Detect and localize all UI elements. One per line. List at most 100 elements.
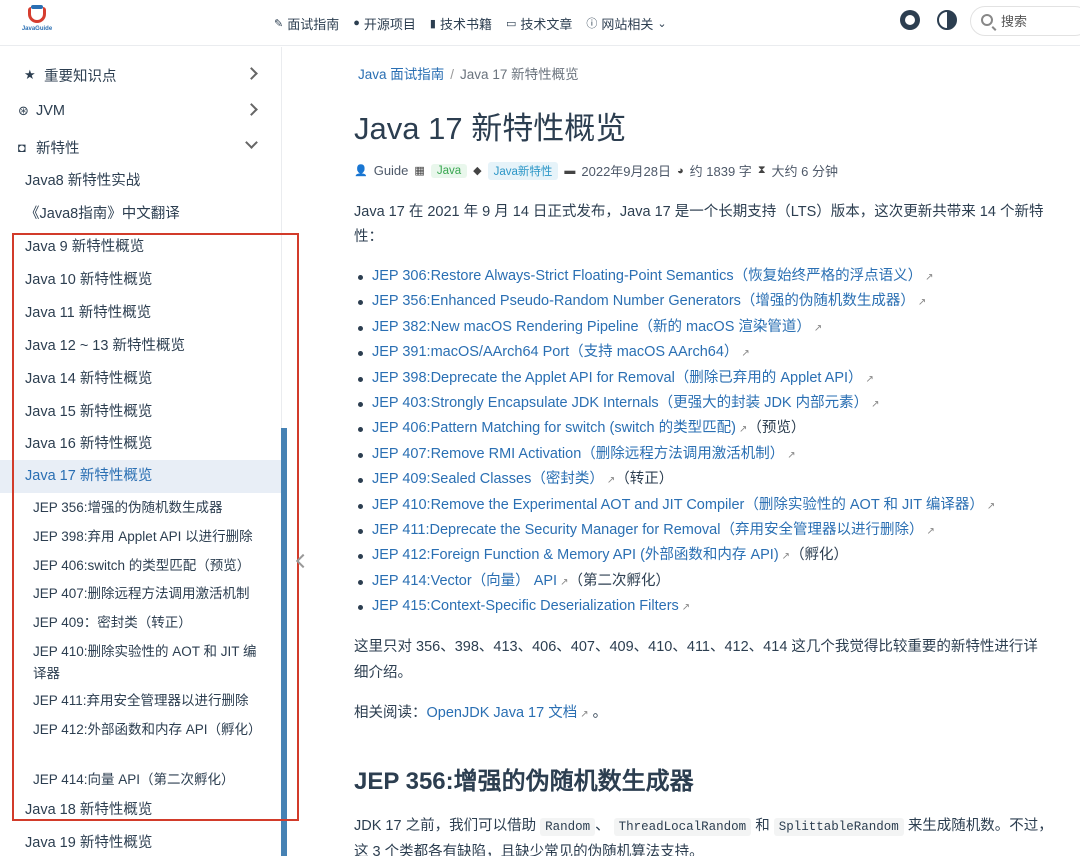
list-item: JEP 412:Foreign Function & Memory API (外… — [354, 543, 1080, 568]
jep-link[interactable]: JEP 391:macOS/AArch64 Port（支持 macOS AArc… — [372, 344, 738, 360]
search-box[interactable] — [970, 6, 1080, 36]
jep-link[interactable]: JEP 407:Remove RMI Activation（删除远程方法调用激活… — [372, 446, 784, 462]
code-splittablerandom: SplittableRandom — [773, 818, 904, 836]
sidebar-item-java18[interactable]: Java 18 新特性概览 — [0, 794, 282, 827]
external-link-icon: ↗ — [925, 272, 934, 283]
jep-link[interactable]: JEP 356:Enhanced Pseudo-Random Number Ge… — [372, 293, 915, 309]
external-link-icon: ↗ — [926, 525, 935, 537]
sidebar-item-java9[interactable]: Java 9 新特性概览 — [0, 231, 282, 264]
external-link-icon: ↗ — [580, 709, 589, 720]
author-name[interactable]: Guide — [374, 163, 409, 178]
list-item: JEP 398:Deprecate the Applet API for Rem… — [354, 366, 1080, 391]
section-heading-jep356: JEP 356:增强的伪随机数生成器 — [354, 768, 694, 795]
openjdk-docs-link[interactable]: OpenJDK Java 17 文档 — [427, 705, 578, 721]
nav-link-label: 网站相关 — [601, 16, 654, 32]
external-link-icon: ↗ — [986, 500, 996, 512]
jep-link[interactable]: JEP 415:Context-Specific Deserialization… — [372, 598, 679, 614]
list-item: JEP 410:Remove the Experimental AOT and … — [354, 493, 1080, 518]
breadcrumb-parent-link[interactable]: Java 面试指南 — [358, 67, 444, 82]
sidebar-item-java15[interactable]: Java 15 新特性概览 — [0, 396, 282, 429]
sidebar-item-java17[interactable]: Java 17 新特性概览 — [0, 460, 282, 493]
jep-link[interactable]: JEP 409:Sealed Classes（密封类） — [372, 471, 604, 487]
jep-link[interactable]: JEP 406:Pattern Matching for switch (swi… — [372, 420, 736, 436]
external-link-icon: ↗ — [917, 297, 927, 309]
category-tag[interactable]: Java — [430, 163, 468, 178]
sidebar-subitem-jep407[interactable]: JEP 407:删除远程方法调用激活机制 — [0, 583, 282, 605]
external-link-icon: ↗ — [606, 475, 616, 487]
article-meta: 👤 Guide ▦ Java ◆ Java新特性 ▬ 2022年9月28日 ◕ … — [354, 161, 838, 180]
code-random: Random — [540, 818, 596, 836]
list-item: JEP 409:Sealed Classes（密封类） ↗（转正） — [354, 467, 1080, 492]
list-item: JEP 411:Deprecate the Security Manager f… — [354, 518, 1080, 543]
sidebar-collapse-chevron-icon[interactable] — [294, 551, 308, 573]
sidebar-subitem-jep356[interactable]: JEP 356:增强的伪随机数生成器 — [0, 497, 282, 519]
sidebar-subitem-jep406[interactable]: JEP 406:switch 的类型匹配（预览） — [0, 555, 282, 577]
topic-tag[interactable]: Java新特性 — [487, 161, 559, 180]
external-link-icon: ↗ — [871, 398, 880, 410]
search-icon — [981, 14, 993, 26]
sidebar-item-java14[interactable]: Java 14 新特性概览 — [0, 363, 282, 396]
nav-link-articles[interactable]: ▭ 技术文章 — [506, 14, 572, 33]
jep-link[interactable]: JEP 306:Restore Always-Strict Floating-P… — [372, 268, 922, 284]
theme-toggle-icon[interactable] — [937, 10, 957, 30]
sidebar-item-java19[interactable]: Java 19 新特性概览 — [0, 827, 282, 856]
sidebar-subitem-jep412[interactable]: JEP 412:外部函数和内存 API（孵化） — [0, 719, 282, 741]
sidebar-item-java12-13[interactable]: Java 12 ~ 13 新特性概览 — [0, 330, 282, 363]
word-count: 约 1839 字 — [689, 164, 752, 179]
nav-link-opensource[interactable]: ● 开源项目 — [353, 14, 416, 33]
sidebar-subitem-jep414[interactable]: JEP 414:向量 API（第二次孵化） — [0, 769, 282, 791]
star-icon: ★ — [24, 67, 36, 82]
sidebar-group-label: 重要知识点 — [44, 68, 117, 85]
jep-link[interactable]: JEP 410:Remove the Experimental AOT and … — [372, 497, 984, 513]
search-input[interactable] — [1001, 12, 1080, 30]
sidebar-item-java8-guide[interactable]: 《Java8指南》中文翻译 — [0, 198, 282, 231]
summary-paragraph-line1: 这里只对 356、398、413、406、407、409、410、411、412… — [354, 639, 1038, 655]
hourglass-icon: ⧗ — [757, 164, 766, 176]
sidebar-item-java11[interactable]: Java 11 新特性概览 — [0, 297, 282, 330]
sidebar-item-java10[interactable]: Java 10 新特性概览 — [0, 264, 282, 297]
top-navbar: JavaGuide ✎ 面试指南 ● 开源项目 ▮ 技术书籍 ▭ 技术文章 ⓘ 网站相关 ⌄ — [0, 0, 1080, 46]
related-label: 相关阅读： — [354, 705, 427, 721]
list-item: JEP 356:Enhanced Pseudo-Random Number Ge… — [354, 289, 1080, 314]
github-icon[interactable] — [900, 10, 920, 30]
breadcrumb-separator: / — [450, 67, 455, 82]
external-link-icon: ↗ — [813, 322, 823, 334]
sidebar-subitem-jep398[interactable]: JEP 398:弃用 Applet API 以进行删除 — [0, 526, 282, 548]
pie-chart-icon: ◕ — [677, 164, 684, 177]
chevron-right-icon — [245, 103, 258, 116]
site-logo[interactable]: JavaGuide — [18, 5, 56, 39]
sidebar-group-jvm[interactable]: ⊛ JVM — [0, 93, 282, 129]
nav-link-interview[interactable]: ✎ 面试指南 — [274, 14, 339, 33]
article-icon: ▭ — [505, 17, 517, 30]
nav-link-books[interactable]: ▮ 技术书籍 — [430, 14, 492, 33]
jep-link[interactable]: JEP 411:Deprecate the Security Manager f… — [372, 522, 923, 538]
jep-link[interactable]: JEP 403:Strongly Encapsulate JDK Interna… — [372, 395, 868, 411]
nav-link-label: 开源项目 — [363, 16, 416, 32]
sidebar-item-java8[interactable]: Java8 新特性实战 — [0, 165, 282, 198]
sidebar-item-java16[interactable]: Java 16 新特性概览 — [0, 428, 282, 461]
jep-link[interactable]: JEP 412:Foreign Function & Memory API (外… — [372, 547, 779, 563]
sidebar-group-label: JVM — [36, 103, 65, 119]
sidebar-subitem-jep409[interactable]: JEP 409：密封类（转正） — [0, 612, 282, 634]
jep-link[interactable]: JEP 398:Deprecate the Applet API for Rem… — [372, 370, 863, 386]
sidebar-subitem-jep411[interactable]: JEP 411:弃用安全管理器以进行删除 — [0, 690, 282, 712]
bookmark-icon: ◘ — [18, 139, 26, 155]
sidebar-group-newfeatures[interactable]: ◘ 新特性 — [0, 129, 282, 165]
breadcrumb-current: Java 17 新特性概览 — [460, 67, 579, 82]
sidebar-scrollbar[interactable] — [281, 428, 287, 856]
nav-link-site[interactable]: ⓘ 网站相关 ⌄ — [586, 14, 666, 33]
related-reading: 相关阅读：OpenJDK Java 17 文档 ↗ 。 — [354, 701, 1080, 727]
jep-link[interactable]: JEP 414:Vector（向量） API — [372, 573, 557, 589]
jep356-text-suffix: 来生成随机数。不过， — [907, 818, 1053, 834]
jep-link[interactable]: JEP 382:New macOS Rendering Pipeline（新的 … — [372, 319, 811, 335]
list-item: JEP 403:Strongly Encapsulate JDK Interna… — [354, 391, 1080, 416]
sidebar-subitem-jep410[interactable]: JEP 410:删除实验性的 AOT 和 JIT 编译器 — [0, 641, 282, 685]
jep-status: （孵化） — [790, 547, 849, 564]
sidebar-group-important[interactable]: ★ 重要知识点 — [0, 57, 282, 93]
summary-paragraph-line2: 细介绍。 — [354, 665, 412, 681]
separator-text: 和 — [755, 818, 770, 834]
nav-link-label: 面试指南 — [287, 16, 340, 32]
external-link-icon: ↗ — [787, 449, 796, 461]
nav-link-label: 技术书籍 — [439, 16, 492, 32]
external-link-icon: ↗ — [865, 373, 874, 385]
